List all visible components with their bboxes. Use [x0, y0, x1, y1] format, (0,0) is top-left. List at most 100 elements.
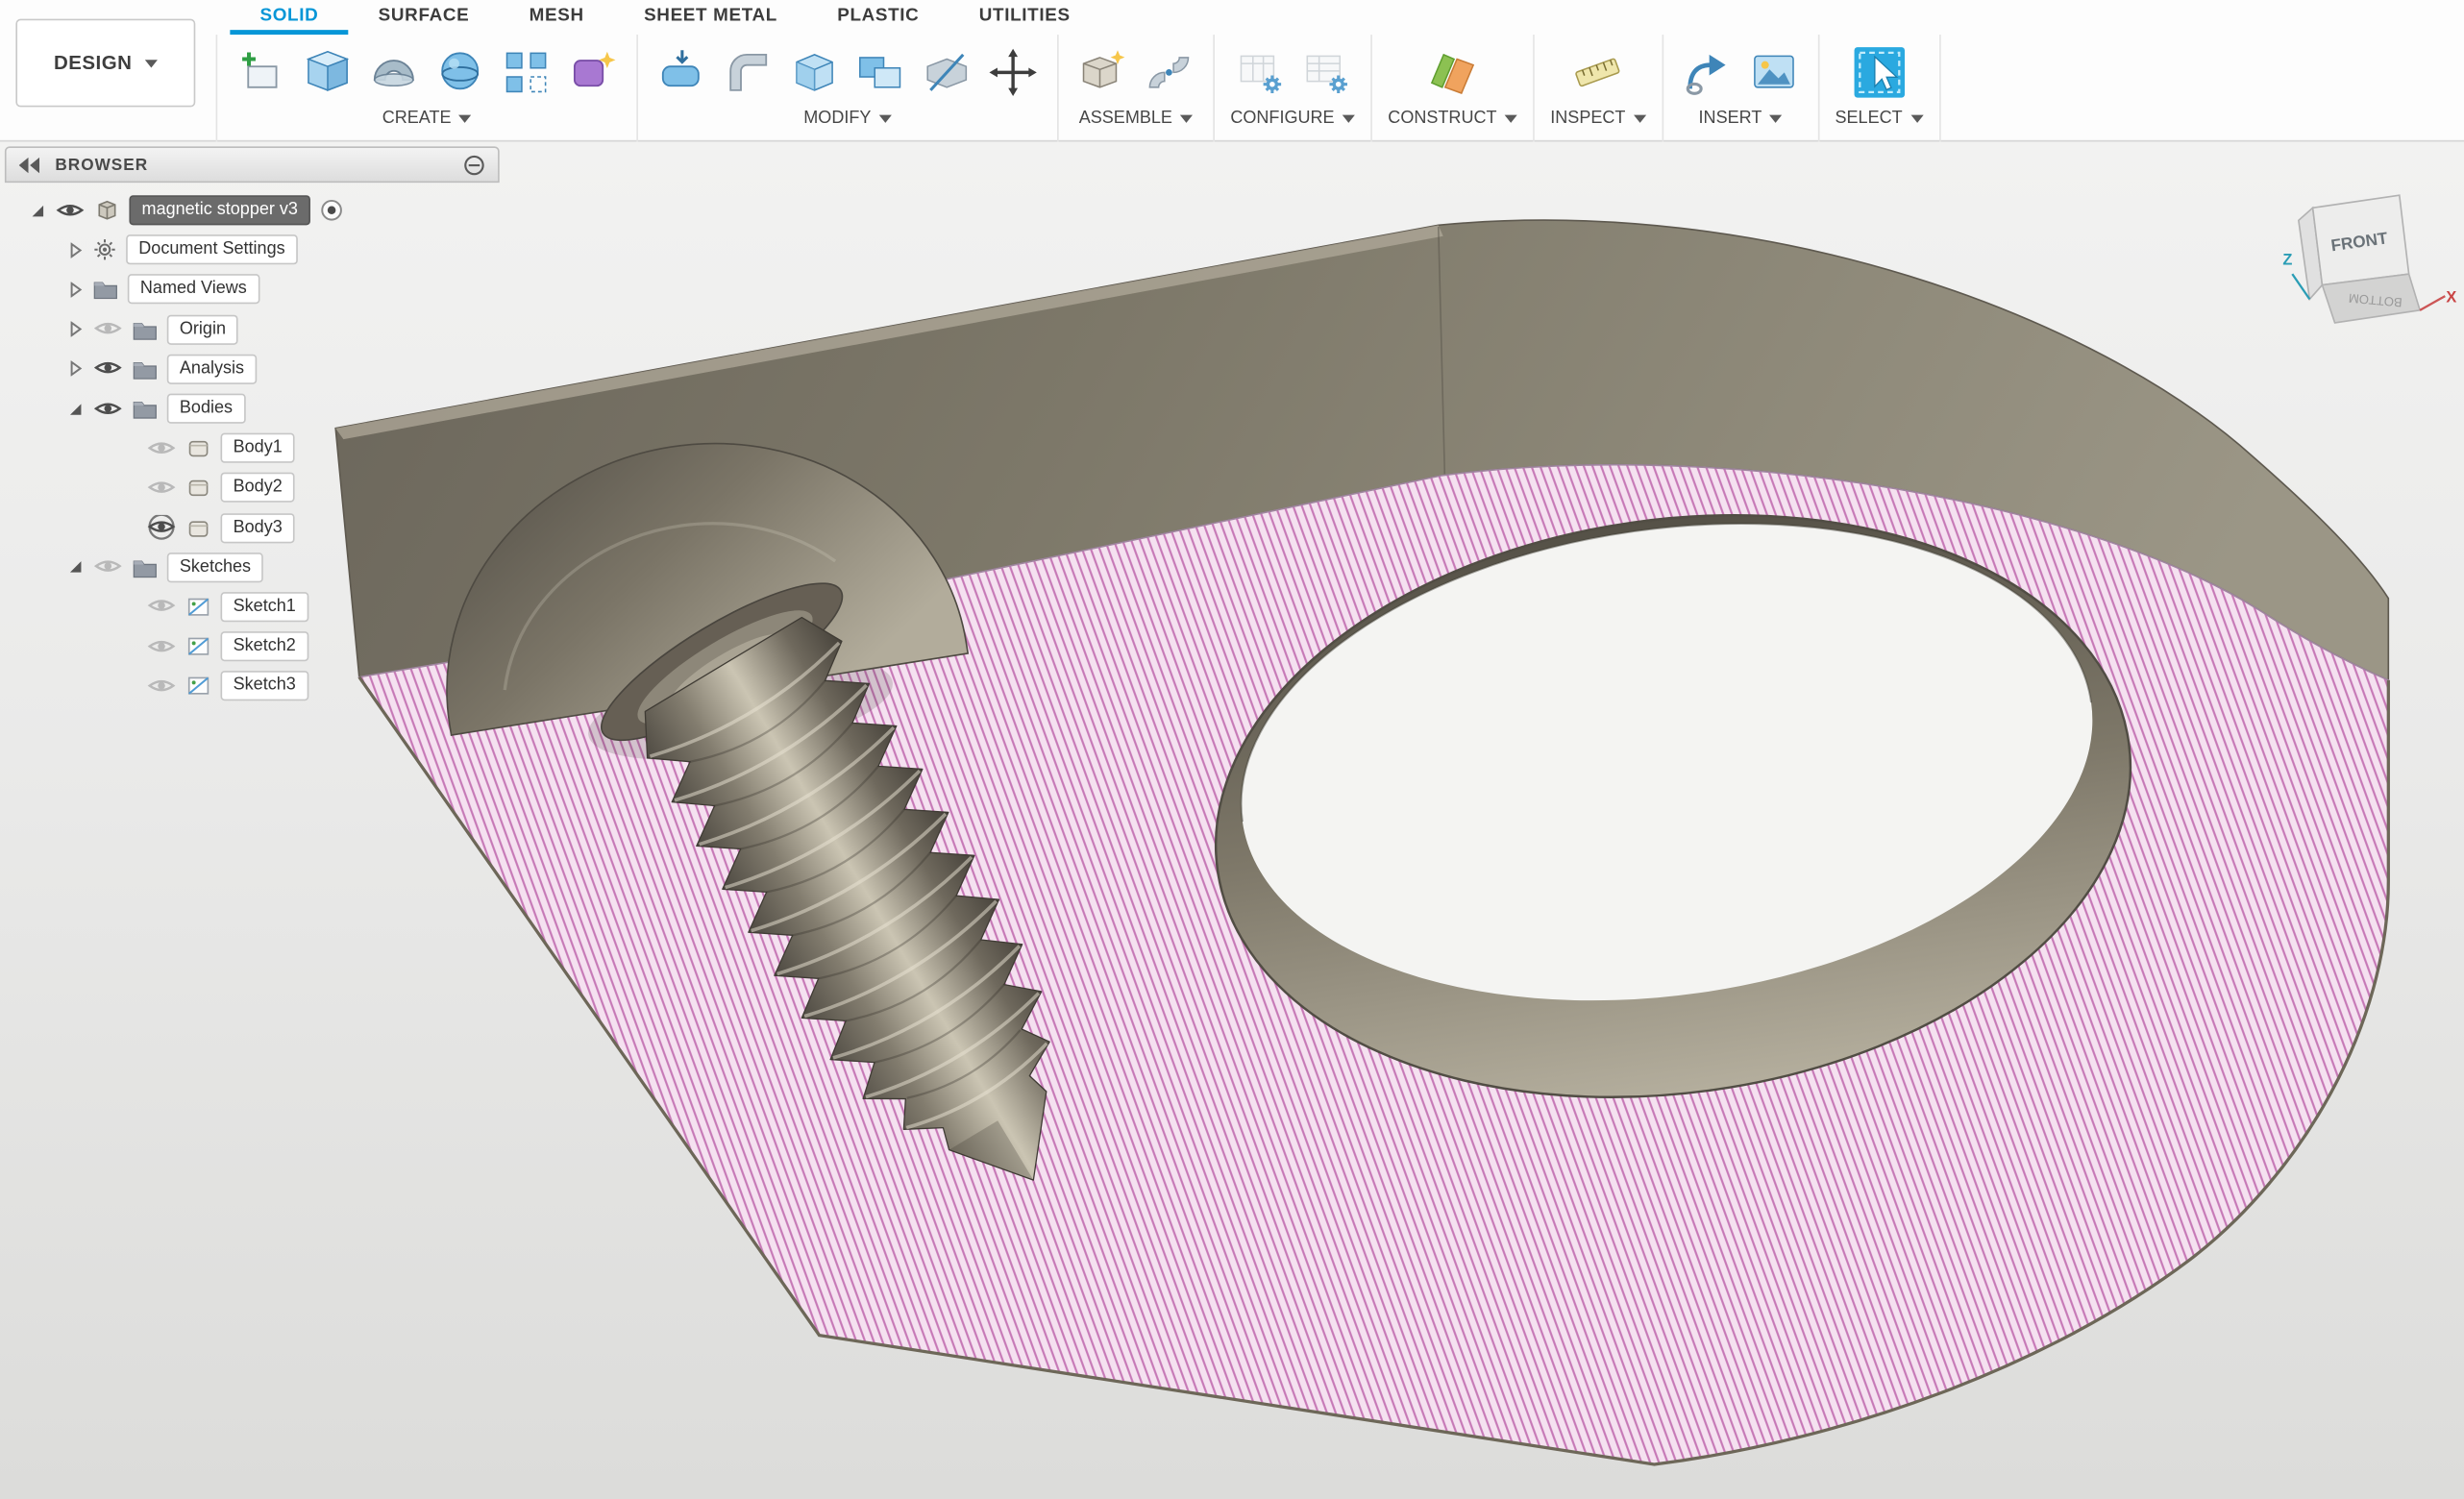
modify-dropdown[interactable]: MODIFY [803, 109, 891, 128]
select-cursor-icon[interactable] [1851, 42, 1908, 102]
caret-collapsed-icon[interactable] [67, 322, 83, 337]
tree-row-sketches[interactable]: Sketches [5, 548, 500, 587]
sketch-icon [185, 595, 210, 619]
visibility-eye-icon[interactable] [146, 435, 176, 460]
create-pattern-icon[interactable] [498, 42, 554, 102]
body-icon [185, 516, 210, 540]
tab-sheet-metal[interactable]: SHEET METAL [614, 0, 807, 35]
viewcube[interactable]: FRONT BOTTOM X Z [2282, 195, 2456, 323]
tree-row-named-views[interactable]: Named Views [5, 270, 500, 309]
visibility-eye-icon[interactable] [146, 595, 176, 620]
new-component-icon[interactable] [1074, 42, 1131, 102]
tree-row-sketch3[interactable]: Sketch3 [5, 667, 500, 706]
configuration-table-icon[interactable] [1297, 42, 1354, 102]
axis-x-line [2420, 296, 2445, 310]
tree-row-document-settings[interactable]: Document Settings [5, 231, 500, 270]
tree-row-analysis[interactable]: Analysis [5, 349, 500, 388]
combine-icon[interactable] [852, 42, 909, 102]
sketch-icon [185, 675, 210, 699]
visibility-eye-icon[interactable] [93, 396, 123, 421]
activate-component-radio[interactable] [320, 199, 344, 223]
tree-item-label[interactable]: Sketches [167, 553, 263, 582]
collapse-panel-icon[interactable] [19, 157, 41, 172]
tree-row-body3[interactable]: Body3 [5, 507, 500, 547]
tree-row-sketch1[interactable]: Sketch1 [5, 587, 500, 627]
chevron-down-icon [1343, 114, 1355, 122]
create-dropdown[interactable]: CREATE [382, 109, 472, 128]
visibility-eye-icon[interactable] [146, 515, 176, 540]
axis-z-label: Z [2282, 251, 2292, 268]
tree-item-label[interactable]: Bodies [167, 394, 245, 424]
configure-dropdown[interactable]: CONFIGURE [1230, 109, 1355, 128]
create-form-icon[interactable] [564, 42, 621, 102]
insert-image-icon[interactable] [1745, 42, 1802, 102]
tab-mesh[interactable]: MESH [500, 0, 614, 35]
inspect-dropdown[interactable]: INSPECT [1550, 109, 1645, 128]
tree-row-body2[interactable]: Body2 [5, 468, 500, 507]
create-sphere-icon[interactable] [431, 42, 488, 102]
construct-plane-icon[interactable] [1424, 42, 1481, 102]
press-pull-icon[interactable] [653, 42, 710, 102]
tree-item-label[interactable]: Document Settings [126, 235, 298, 265]
visibility-eye-icon[interactable] [93, 356, 123, 381]
insert-derive-icon[interactable] [1679, 42, 1736, 102]
toolbar-group-modify: MODIFY [638, 35, 1059, 141]
caret-expanded-icon[interactable] [30, 203, 45, 218]
tab-surface[interactable]: SURFACE [349, 0, 500, 35]
measure-icon[interactable] [1569, 42, 1626, 102]
insert-dropdown[interactable]: INSERT [1699, 109, 1783, 128]
tree-row-body1[interactable]: Body1 [5, 429, 500, 468]
create-sketch-icon[interactable] [234, 42, 290, 102]
tree-item-label[interactable]: Analysis [167, 354, 257, 383]
fillet-icon[interactable] [720, 42, 776, 102]
shell-icon[interactable] [786, 42, 843, 102]
tree-item-label[interactable]: Named Views [128, 275, 259, 305]
tab-utilities[interactable]: UTILITIES [949, 0, 1100, 35]
tree-row-magnetic-stopper-v3[interactable]: magnetic stopper v3 [5, 190, 500, 230]
tree-row-bodies[interactable]: Bodies [5, 389, 500, 429]
caret-collapsed-icon[interactable] [67, 361, 83, 377]
top-toolbar: DESIGN SOLIDSURFACEMESHSHEET METALPLASTI… [0, 0, 2464, 141]
construct-dropdown[interactable]: CONSTRUCT [1388, 109, 1517, 128]
split-body-icon[interactable] [919, 42, 975, 102]
tree-item-label[interactable]: magnetic stopper v3 [129, 195, 310, 225]
tree-item-label[interactable]: Sketch1 [221, 592, 308, 622]
caret-expanded-icon[interactable] [67, 401, 83, 416]
tab-plastic[interactable]: PLASTIC [807, 0, 949, 35]
chevron-down-icon [145, 59, 158, 66]
tree-item-label[interactable]: Body3 [221, 513, 295, 543]
toolbar-group-configure: CONFIGURE [1215, 35, 1372, 141]
visibility-eye-icon[interactable] [146, 476, 176, 501]
toolbar-group-inspect: INSPECT [1535, 35, 1663, 141]
caret-collapsed-icon[interactable] [67, 282, 83, 297]
tree-item-label[interactable]: Sketch2 [221, 631, 308, 661]
tree-item-label[interactable]: Body1 [221, 433, 295, 463]
joint-icon[interactable] [1141, 42, 1197, 102]
browser-options-icon[interactable] [463, 154, 485, 176]
chevron-down-icon [1180, 114, 1193, 122]
visibility-eye-icon[interactable] [93, 317, 123, 342]
tree-item-label[interactable]: Body2 [221, 473, 295, 503]
tree-row-origin[interactable]: Origin [5, 309, 500, 349]
visibility-eye-icon[interactable] [93, 554, 123, 579]
create-box-icon[interactable] [299, 42, 356, 102]
tree-item-label[interactable]: Origin [167, 314, 238, 344]
move-copy-icon[interactable] [985, 42, 1042, 102]
body-icon [185, 477, 210, 501]
visibility-eye-icon[interactable] [55, 198, 85, 223]
configuration-icon[interactable] [1231, 42, 1288, 102]
create-revolve-icon[interactable] [365, 42, 422, 102]
main-body[interactable] [335, 220, 2388, 1464]
tree-row-sketch2[interactable]: Sketch2 [5, 627, 500, 666]
chevron-down-icon [1910, 114, 1923, 122]
toolbar-group-construct: CONSTRUCT [1372, 35, 1535, 141]
select-dropdown[interactable]: SELECT [1835, 109, 1922, 128]
design-menu-button[interactable]: DESIGN [15, 19, 195, 108]
caret-expanded-icon[interactable] [67, 559, 83, 575]
visibility-eye-icon[interactable] [146, 634, 176, 659]
tree-item-label[interactable]: Sketch3 [221, 672, 308, 701]
caret-collapsed-icon[interactable] [67, 242, 83, 258]
tab-solid[interactable]: SOLID [230, 0, 348, 35]
assemble-dropdown[interactable]: ASSEMBLE [1079, 109, 1194, 128]
visibility-eye-icon[interactable] [146, 674, 176, 699]
